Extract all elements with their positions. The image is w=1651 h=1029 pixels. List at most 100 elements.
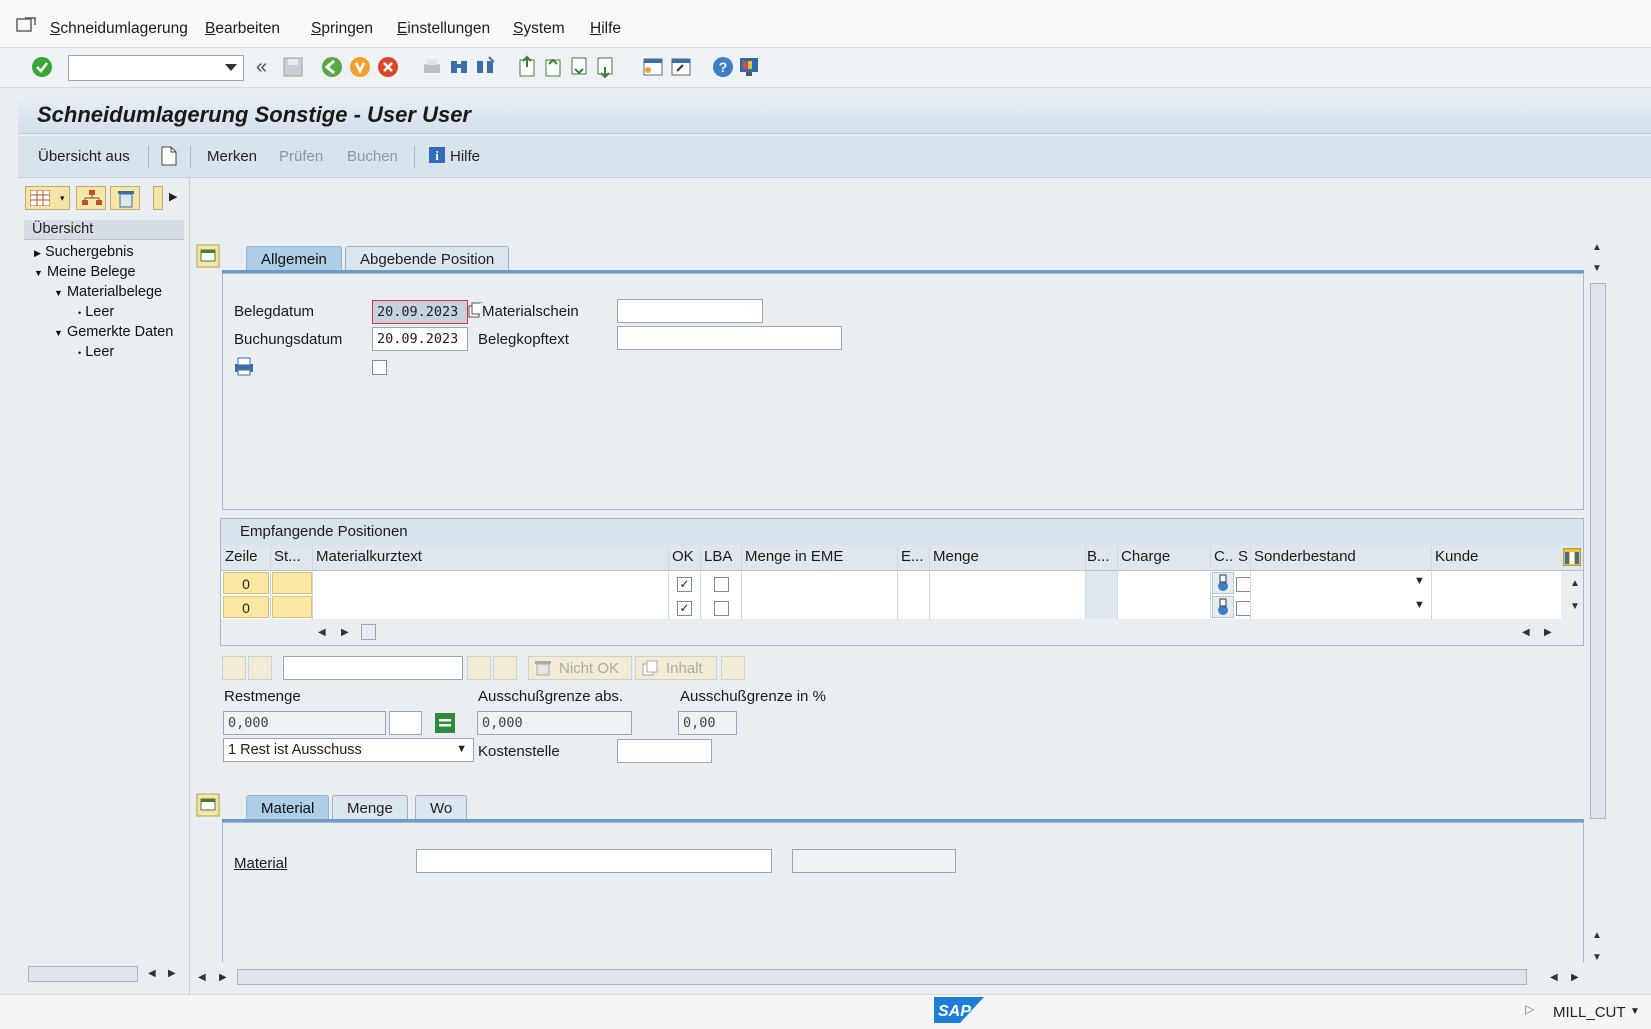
find-button[interactable]: [467, 656, 491, 680]
tree-node-search-result[interactable]: ▶ Suchergebnis: [24, 244, 134, 264]
remember-button[interactable]: Merken: [207, 148, 257, 165]
col-header-special-stock[interactable]: Sonderbestand: [1251, 544, 1359, 570]
tab-where[interactable]: Wo: [415, 795, 468, 821]
check-button[interactable]: Prüfen: [279, 148, 323, 165]
scroll-down-icon[interactable]: ▼: [1570, 601, 1580, 612]
tree-node-empty[interactable]: • Leer: [24, 344, 114, 364]
exit-icon[interactable]: [348, 55, 372, 79]
content-button[interactable]: Inhalt: [635, 656, 717, 680]
horizontal-scrollbar-thumb[interactable]: [237, 969, 1527, 985]
lba-checkbox[interactable]: [714, 577, 729, 592]
scroll-down-icon[interactable]: ▼: [1592, 263, 1602, 274]
menu-system[interactable]: System: [513, 20, 565, 38]
chevron-down-icon[interactable]: [225, 64, 237, 72]
previous-page-icon[interactable]: [541, 55, 565, 79]
col-header-quantity-eme[interactable]: Menge in EME: [742, 544, 846, 570]
col-header-batch[interactable]: Charge: [1118, 544, 1173, 570]
expand-header-icon[interactable]: [196, 244, 220, 268]
vertical-scrollbar-thumb[interactable]: [1590, 283, 1606, 819]
left-horizontal-scrollbar[interactable]: [28, 966, 138, 982]
posting-date-field[interactable]: 20.09.2023: [372, 327, 468, 351]
tree-node-empty[interactable]: • Leer: [24, 304, 114, 324]
tree-node-remembered-data[interactable]: ▼ Gemerkte Daten: [24, 324, 173, 344]
first-page-icon[interactable]: [515, 55, 539, 79]
enter-check-icon[interactable]: [30, 55, 54, 79]
scroll-down-icon[interactable]: ▼: [1592, 952, 1602, 963]
expand-button[interactable]: [721, 656, 745, 680]
col-header-material-short-text[interactable]: Materialkurztext: [313, 544, 425, 570]
material-slip-field[interactable]: [617, 299, 763, 323]
status-cell[interactable]: [272, 572, 312, 594]
document-date-field[interactable]: 20.09.2023: [372, 300, 468, 324]
overview-off-button[interactable]: Übersicht aus: [38, 148, 130, 165]
hierarchy-button[interactable]: [76, 186, 106, 210]
expand-detail-icon[interactable]: [196, 793, 220, 817]
ok-checkbox[interactable]: ✓: [677, 577, 692, 592]
chevron-down-icon[interactable]: ▼: [1630, 1006, 1640, 1017]
find-next-icon[interactable]: [473, 55, 497, 79]
collapse-double-chevron-icon[interactable]: «: [256, 56, 267, 79]
tab-giving-item[interactable]: Abgebende Position: [345, 246, 510, 272]
scroll-up-icon[interactable]: ▲: [1592, 930, 1602, 941]
col-header-line[interactable]: Zeile: [222, 544, 261, 570]
scroll-left-icon[interactable]: ◀: [148, 968, 156, 979]
header-text-field[interactable]: [617, 326, 842, 350]
col-header-lba[interactable]: LBA: [701, 544, 735, 570]
col-header-ok[interactable]: OK: [669, 544, 697, 570]
new-session-icon[interactable]: [641, 55, 665, 79]
scroll-up-icon[interactable]: ▲: [1570, 578, 1580, 589]
info-icon[interactable]: i: [428, 146, 446, 164]
post-button[interactable]: Buchen: [347, 148, 398, 165]
s-checkbox[interactable]: [1236, 601, 1251, 616]
play-triangle-icon[interactable]: ▷: [1525, 1002, 1534, 1016]
tab-material[interactable]: Material: [246, 795, 330, 821]
batch-classification-icon[interactable]: [1212, 572, 1234, 594]
scroll-right-icon[interactable]: ▶: [341, 627, 349, 638]
back-icon[interactable]: [320, 55, 344, 79]
menu-einstellungen[interactable]: Einstellungen: [397, 20, 490, 38]
print-icon[interactable]: [420, 55, 444, 79]
save-icon[interactable]: [281, 55, 305, 79]
find-icon[interactable]: [447, 55, 471, 79]
scroll-right-icon[interactable]: ▶: [1544, 627, 1552, 638]
not-ok-button[interactable]: Nicht OK: [528, 656, 632, 680]
rest-option-select[interactable]: 1 Rest ist Ausschuss ▼: [223, 738, 474, 762]
scroll-left-icon[interactable]: ◀: [1522, 627, 1530, 638]
delete-row-button[interactable]: [248, 656, 272, 680]
col-header-c[interactable]: C..: [1211, 544, 1236, 570]
new-document-icon[interactable]: [160, 146, 178, 166]
s-checkbox[interactable]: [1236, 577, 1251, 592]
line-number-cell[interactable]: 0: [223, 596, 269, 618]
chevron-down-icon[interactable]: ▼: [1414, 599, 1425, 611]
find-next-button[interactable]: [493, 656, 517, 680]
equals-icon[interactable]: [435, 713, 455, 733]
table-row[interactable]: [221, 595, 1561, 619]
scroll-right-icon[interactable]: ▶: [168, 968, 176, 979]
table-row[interactable]: [221, 571, 1561, 595]
tab-general[interactable]: Allgemein: [246, 246, 342, 272]
lba-checkbox[interactable]: [714, 601, 729, 616]
col-header-quantity[interactable]: Menge: [930, 544, 982, 570]
menu-springen[interactable]: Springen: [311, 20, 373, 38]
layout-dropdown-button[interactable]: ▾: [25, 186, 70, 210]
col-header-unit[interactable]: E...: [898, 544, 927, 570]
help-button[interactable]: Hilfe: [450, 148, 480, 165]
col-header-b[interactable]: B...: [1084, 544, 1113, 570]
caret-right-icon[interactable]: ▶: [169, 190, 177, 203]
material-label[interactable]: Material: [234, 855, 287, 872]
help-icon[interactable]: ?: [711, 55, 735, 79]
menu-icon[interactable]: [16, 16, 38, 34]
status-cell[interactable]: [272, 596, 312, 618]
menu-schneidumlagerung[interactable]: Schneidumlagerung: [50, 20, 188, 38]
batch-classification-icon[interactable]: [1212, 596, 1234, 618]
last-page-icon[interactable]: [593, 55, 617, 79]
column-settings-icon[interactable]: [1563, 548, 1581, 566]
line-number-cell[interactable]: 0: [223, 572, 269, 594]
insert-row-button[interactable]: [222, 656, 246, 680]
command-field[interactable]: [68, 55, 244, 81]
chevron-down-icon[interactable]: ▼: [1414, 575, 1425, 587]
menu-hilfe[interactable]: Hilfe: [590, 20, 621, 38]
scroll-right-icon[interactable]: ▶: [1571, 972, 1579, 983]
cancel-icon[interactable]: [376, 55, 400, 79]
tree-node-my-documents[interactable]: ▼ Meine Belege: [24, 264, 136, 284]
